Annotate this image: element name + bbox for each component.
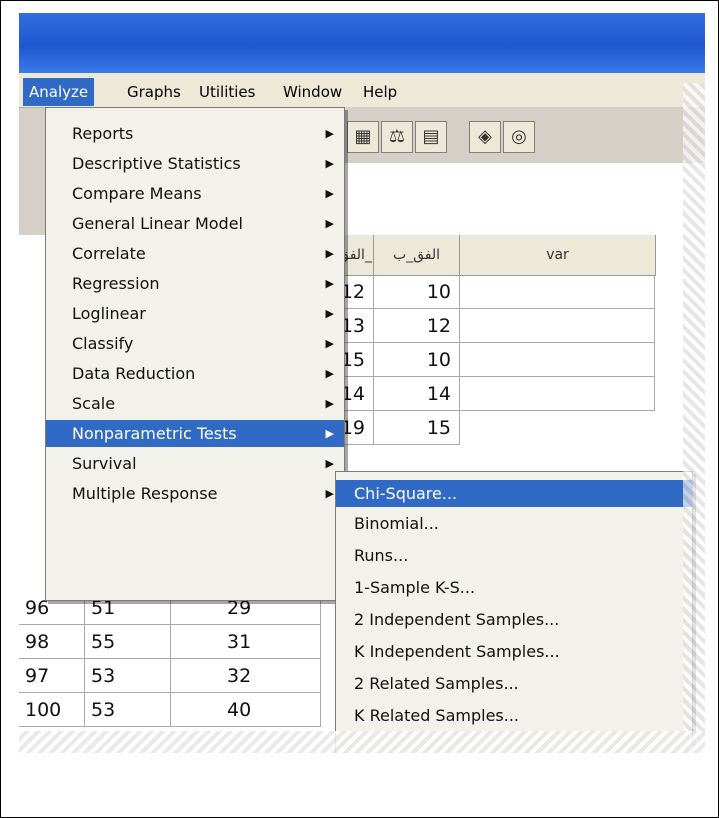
image-frame: Analyze Graphs Utilities Window Help ▦ ⚖… [0, 0, 719, 818]
grid-chart-icon[interactable]: ▤ [415, 121, 447, 153]
menu-item-label: Nonparametric Tests [72, 424, 237, 443]
grid-cell[interactable]: 10 [374, 275, 460, 309]
grid-cell[interactable] [460, 343, 655, 377]
submenu-arrow-icon: ▶ [325, 397, 334, 410]
grid-cell[interactable]: 12 [374, 309, 460, 343]
column-header[interactable]: var [460, 235, 656, 276]
menu-item-label: Correlate [72, 244, 146, 263]
grid-cell[interactable]: 31 [171, 625, 321, 659]
menu-item-label: Reports [72, 124, 134, 143]
submenu-arrow-icon: ▶ [325, 367, 334, 380]
grid-cell[interactable]: 100 [19, 693, 85, 727]
torn-edge-bottom [19, 731, 705, 753]
menu-item-label: Multiple Response [72, 484, 218, 503]
menu-item-runs[interactable]: Runs... [336, 542, 692, 569]
menu-item-two-related-samples[interactable]: 2 Related Samples... [336, 670, 692, 697]
scales-icon[interactable]: ⚖ [381, 121, 413, 153]
menu-item-chi-square[interactable]: Chi-Square... [336, 480, 692, 507]
menu-item-label: Regression [72, 274, 160, 293]
menu-item-label: Data Reduction [72, 364, 196, 383]
submenu-arrow-icon: ▶ [325, 157, 334, 170]
menu-item-label: Descriptive Statistics [72, 154, 241, 173]
submenu-arrow-icon: ▶ [325, 487, 334, 500]
menu-analyze[interactable]: Analyze [23, 78, 95, 106]
grid-cell[interactable]: 15 [374, 411, 460, 445]
submenu-arrow-icon: ▶ [325, 307, 334, 320]
submenu-arrow-icon: ▶ [325, 277, 334, 290]
menu-item-survival[interactable]: Survival ▶ [46, 450, 344, 477]
menu-item-k-independent-samples[interactable]: K Independent Samples... [336, 638, 692, 665]
grid-cell[interactable]: 98 [19, 625, 85, 659]
menu-item-label: Survival [72, 454, 137, 473]
column-header[interactable]: الفق_ب [374, 235, 460, 276]
grid-cell[interactable]: 10 [374, 343, 460, 377]
menu-item-classify[interactable]: Classify ▶ [46, 330, 344, 357]
menu-item-correlate[interactable]: Correlate ▶ [46, 240, 344, 267]
menu-utilities[interactable]: Utilities [193, 81, 261, 103]
submenu-arrow-icon: ▶ [325, 427, 334, 440]
menu-item-reports[interactable]: Reports ▶ [46, 120, 344, 147]
menu-item-k-related-samples[interactable]: K Related Samples... [336, 702, 692, 729]
menu-item-label: Scale [72, 394, 116, 413]
grid-cell[interactable]: 32 [171, 659, 321, 693]
menu-item-multiple-response[interactable]: Multiple Response ▶ [46, 480, 344, 507]
grid-cell[interactable]: 97 [19, 659, 85, 693]
menu-item-compare-means[interactable]: Compare Means ▶ [46, 180, 344, 207]
submenu-arrow-icon: ▶ [325, 337, 334, 350]
grid-cell[interactable]: 53 [85, 693, 171, 727]
menu-item-loglinear[interactable]: Loglinear ▶ [46, 300, 344, 327]
submenu-arrow-icon: ▶ [325, 217, 334, 230]
torn-edge-right [683, 83, 705, 753]
cell-editor[interactable] [339, 163, 705, 236]
menu-item-data-reduction[interactable]: Data Reduction ▶ [46, 360, 344, 387]
submenu-arrow-icon: ▶ [325, 457, 334, 470]
grid-cell[interactable] [460, 377, 655, 411]
grid-cell[interactable] [460, 275, 655, 309]
title-bar [19, 13, 705, 73]
menu-item-nonparametric-tests[interactable]: Nonparametric Tests ▶ [46, 420, 344, 447]
spss-window: Analyze Graphs Utilities Window Help ▦ ⚖… [19, 13, 705, 753]
nonparametric-submenu: Chi-Square... Binomial... Runs... 1-Samp… [335, 471, 693, 753]
menu-item-label: Compare Means [72, 184, 202, 203]
grid-cell[interactable]: 53 [85, 659, 171, 693]
menu-help[interactable]: Help [357, 81, 403, 103]
menu-item-label: Loglinear [72, 304, 146, 323]
circles-icon[interactable]: ◎ [503, 121, 535, 153]
grid-cell[interactable]: 40 [171, 693, 321, 727]
menu-item-regression[interactable]: Regression ▶ [46, 270, 344, 297]
menu-item-scale[interactable]: Scale ▶ [46, 390, 344, 417]
menu-item-one-sample-ks[interactable]: 1-Sample K-S... [336, 574, 692, 601]
grid-cell[interactable] [460, 309, 655, 343]
grid-cell[interactable]: 14 [374, 377, 460, 411]
menu-window[interactable]: Window [277, 81, 348, 103]
grid-cell[interactable]: 55 [85, 625, 171, 659]
menu-item-descriptive-statistics[interactable]: Descriptive Statistics ▶ [46, 150, 344, 177]
submenu-arrow-icon: ▶ [325, 187, 334, 200]
menu-item-label: Classify [72, 334, 134, 353]
menu-item-general-linear-model[interactable]: General Linear Model ▶ [46, 210, 344, 237]
submenu-arrow-icon: ▶ [325, 127, 334, 140]
toolbar: ▦ ⚖ ▤ ◈ ◎ [339, 107, 705, 164]
analyze-menu: Reports ▶ Descriptive Statistics ▶ Compare… [45, 107, 345, 601]
menu-bar: Analyze Graphs Utilities Window Help [19, 73, 705, 108]
submenu-arrow-icon: ▶ [325, 247, 334, 260]
menu-item-two-independent-samples[interactable]: 2 Independent Samples... [336, 606, 692, 633]
tag-icon[interactable]: ◈ [469, 121, 501, 153]
table-icon[interactable]: ▦ [347, 121, 379, 153]
menu-item-label: General Linear Model [72, 214, 243, 233]
menu-item-binomial[interactable]: Binomial... [336, 510, 692, 537]
menu-graphs[interactable]: Graphs [121, 81, 187, 103]
